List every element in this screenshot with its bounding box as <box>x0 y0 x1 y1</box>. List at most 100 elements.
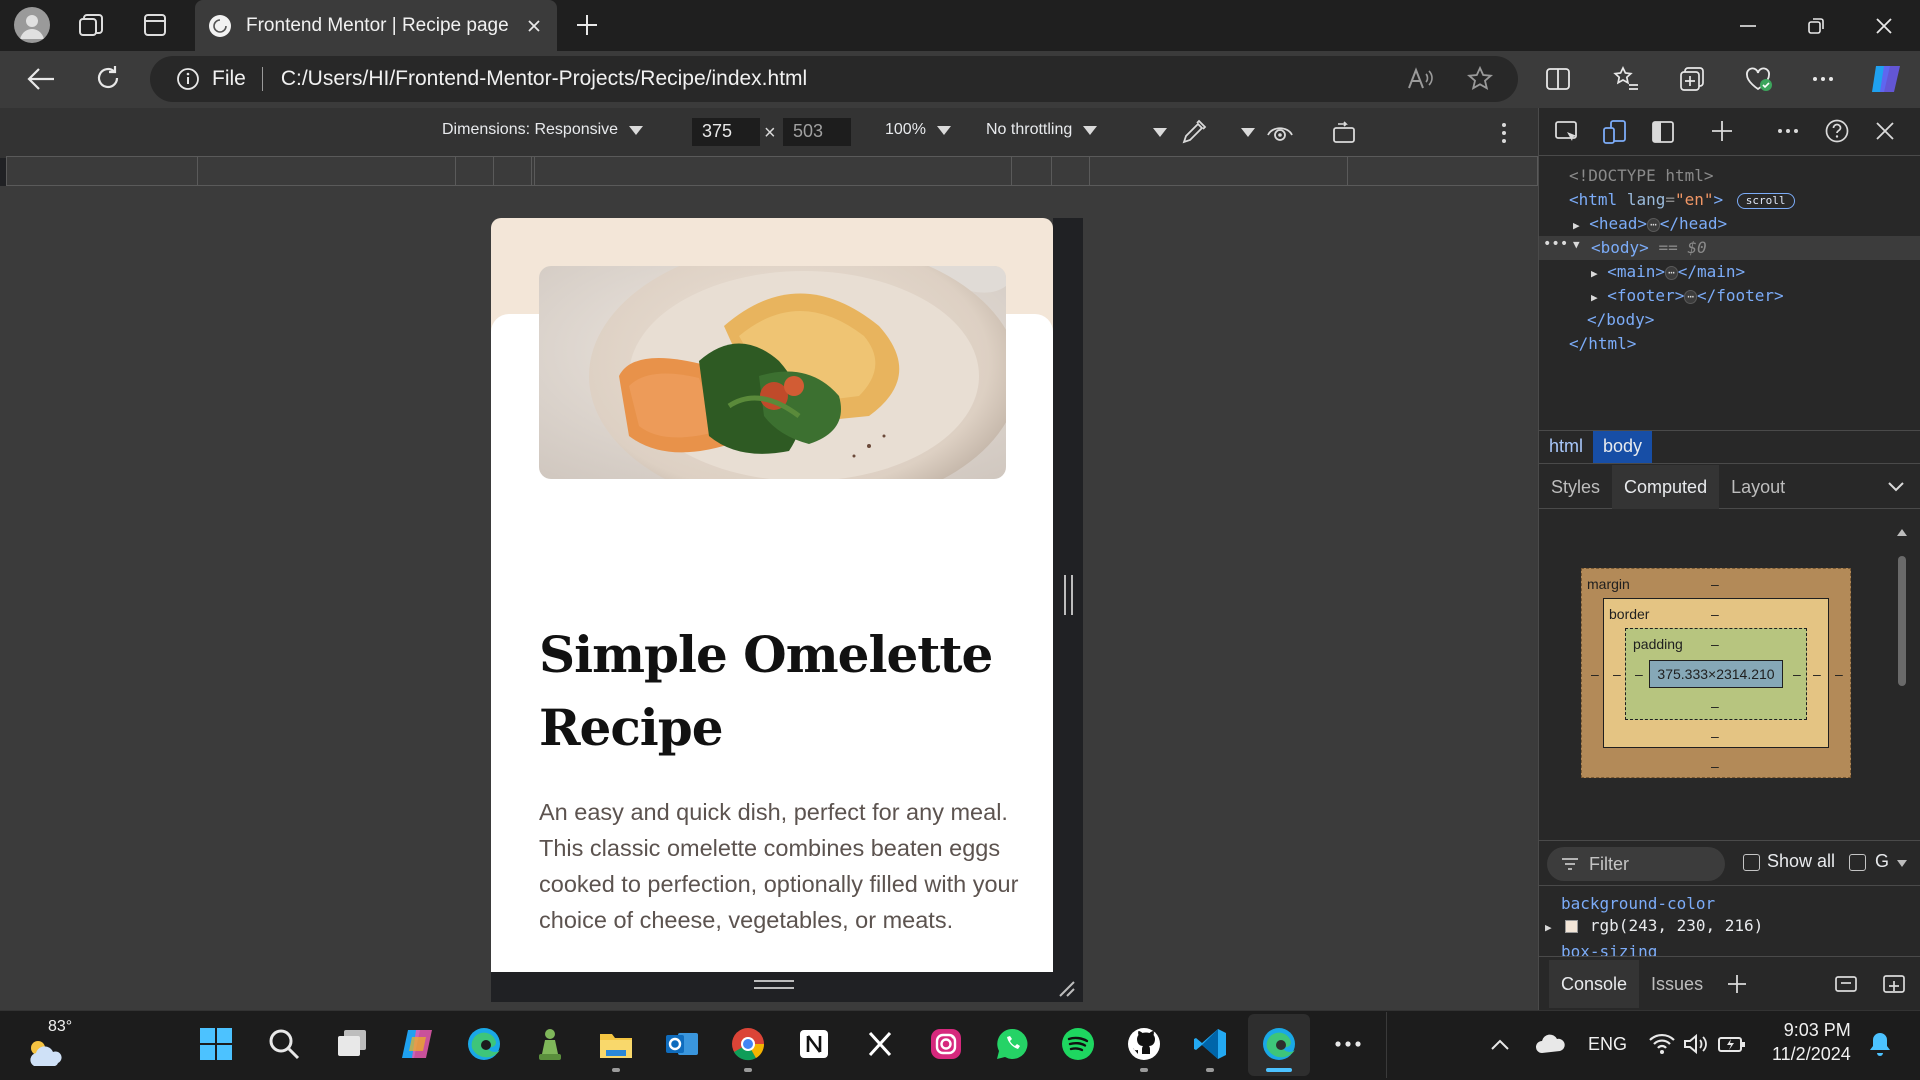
dock-side-icon[interactable] <box>1649 118 1677 146</box>
node-main[interactable]: ▶ <main> ⋯ </main> <box>1591 262 1745 281</box>
group-checkbox[interactable] <box>1849 854 1866 871</box>
tab-issues[interactable]: Issues <box>1639 960 1715 1008</box>
favorites-icon[interactable] <box>1612 65 1640 93</box>
new-tab-icon[interactable] <box>574 12 600 38</box>
rotate-icon[interactable] <box>1330 118 1358 146</box>
box-model-content[interactable]: 375.333×2314.210 <box>1649 660 1783 688</box>
inspect-element-icon[interactable] <box>1553 118 1581 146</box>
width-input[interactable]: 375 <box>692 118 760 146</box>
whatsapp-icon[interactable] <box>992 1024 1032 1064</box>
computed-scrollbar[interactable] <box>1895 526 1909 872</box>
outlook-icon[interactable] <box>662 1024 702 1064</box>
browser-essentials-icon[interactable] <box>1744 65 1774 93</box>
edge-taskbar-icon[interactable] <box>464 1024 504 1064</box>
prop-name[interactable]: box-sizing <box>1561 942 1657 956</box>
split-screen-icon[interactable] <box>1544 65 1572 93</box>
color-swatch[interactable] <box>1565 920 1579 933</box>
taskbar-overflow-icon[interactable] <box>1328 1024 1368 1064</box>
refresh-icon[interactable] <box>94 64 122 92</box>
node-more-icon[interactable]: ••• <box>1543 236 1568 252</box>
node-body-selected[interactable]: ••• ▼ <body> == $0 <box>1539 236 1920 260</box>
github-icon[interactable] <box>1124 1024 1164 1064</box>
scroll-badge[interactable]: scroll <box>1736 192 1795 209</box>
tab-actions-icon[interactable] <box>142 12 168 38</box>
viewport-resize-handle[interactable] <box>1064 575 1073 615</box>
dimensions-dropdown[interactable]: Dimensions: Responsive <box>442 121 644 139</box>
media-query-ruler[interactable] <box>6 156 1538 186</box>
profile-avatar[interactable] <box>14 7 50 43</box>
devtools-close-icon[interactable] <box>1872 118 1898 144</box>
minimize-icon[interactable] <box>1736 14 1760 38</box>
copilot-taskbar-icon[interactable] <box>398 1024 438 1064</box>
address-url[interactable]: C:/Users/HI/Frontend-Mentor-Projects/Rec… <box>281 67 807 91</box>
volume-icon[interactable] <box>1676 1024 1716 1064</box>
battery-icon[interactable] <box>1712 1024 1752 1064</box>
tab-styles[interactable]: Styles <box>1539 465 1612 509</box>
language-indicator[interactable]: ENG <box>1588 1034 1627 1055</box>
device-emulation-icon[interactable] <box>1601 118 1629 146</box>
back-icon[interactable] <box>26 66 56 92</box>
emulate-vision-icon[interactable] <box>1266 120 1294 146</box>
copilot-icon[interactable] <box>1868 62 1906 96</box>
vscode-icon[interactable] <box>1190 1024 1230 1064</box>
throttling-dropdown[interactable]: No throttling <box>986 121 1098 139</box>
chess-app-icon[interactable] <box>530 1024 570 1064</box>
expand-arrow-icon[interactable]: ▶ <box>1591 267 1598 280</box>
prop-row[interactable]: ▶ rgb(243, 230, 216) <box>1545 916 1763 935</box>
weather-icon[interactable] <box>24 1036 68 1068</box>
read-aloud-icon[interactable] <box>1406 66 1434 92</box>
x-icon[interactable] <box>860 1024 900 1064</box>
collapse-arrow-icon[interactable]: ▼ <box>1573 238 1580 251</box>
address-bar[interactable]: File C:/Users/HI/Frontend-Mentor-Project… <box>150 56 1518 102</box>
eyedropper-icon[interactable] <box>1180 118 1208 146</box>
node-body-close[interactable]: </body> <box>1587 310 1654 329</box>
expand-arrow-icon[interactable]: ▶ <box>1573 219 1580 232</box>
more-options-icon[interactable] <box>1810 66 1836 92</box>
breadcrumb-html[interactable]: html <box>1539 431 1593 463</box>
device-toolbar-more-icon[interactable] <box>1494 120 1514 146</box>
clock[interactable]: 9:03 PM 11/2/2024 <box>1772 1018 1851 1066</box>
height-input[interactable]: 503 <box>783 118 851 146</box>
node-footer[interactable]: ▶ <footer> ⋯ </footer> <box>1591 286 1784 305</box>
edge-active-icon[interactable] <box>1259 1024 1299 1064</box>
tab-layout[interactable]: Layout <box>1719 465 1797 509</box>
task-view-icon[interactable] <box>332 1024 372 1064</box>
search-icon[interactable] <box>264 1024 304 1064</box>
onedrive-icon[interactable] <box>1530 1024 1570 1064</box>
file-explorer-icon[interactable] <box>596 1024 636 1064</box>
chrome-icon[interactable] <box>728 1024 768 1064</box>
notifications-bell-icon[interactable] <box>1860 1024 1900 1064</box>
start-icon[interactable] <box>196 1024 236 1064</box>
node-head[interactable]: ▶ <head> ⋯ </head> <box>1573 214 1727 233</box>
tab-recipe-page[interactable]: Frontend Mentor | Recipe page <box>195 0 557 51</box>
show-all-checkbox[interactable] <box>1743 854 1760 871</box>
chevron-down-icon[interactable] <box>1887 481 1905 493</box>
collections-icon[interactable] <box>1678 65 1706 93</box>
workspaces-icon[interactable] <box>78 12 106 38</box>
spotify-icon[interactable] <box>1058 1024 1098 1064</box>
expand-arrow-icon[interactable]: ▶ <box>1591 291 1598 304</box>
favorite-star-icon[interactable] <box>1466 65 1494 93</box>
drawer-dock-icon[interactable] <box>1833 973 1859 995</box>
help-icon[interactable] <box>1824 118 1850 144</box>
instagram-icon[interactable] <box>926 1024 966 1064</box>
site-info-icon[interactable] <box>176 67 200 91</box>
vision-dropdown-icon[interactable] <box>1152 126 1168 138</box>
window-close-icon[interactable] <box>1872 14 1896 38</box>
filter-input[interactable]: Filter <box>1547 847 1725 881</box>
node-html[interactable]: <html lang="en"> scroll <box>1569 190 1795 209</box>
node-html-close[interactable]: </html> <box>1569 334 1636 353</box>
devtools-more-icon[interactable] <box>1775 118 1801 144</box>
restore-icon[interactable] <box>1804 14 1828 38</box>
notion-icon[interactable] <box>794 1024 834 1064</box>
drawer-expand-icon[interactable] <box>1881 973 1907 995</box>
add-drawer-tab-icon[interactable] <box>1725 972 1749 996</box>
corner-resize-icon[interactable] <box>1056 978 1076 998</box>
mode-dropdown-icon[interactable] <box>1240 126 1256 138</box>
show-hidden-icons-chevron-icon[interactable] <box>1480 1024 1520 1064</box>
tab-close-icon[interactable] <box>519 11 549 41</box>
breadcrumb-body[interactable]: body <box>1593 431 1653 463</box>
prop-name[interactable]: background-color <box>1561 894 1715 913</box>
bottom-resize-handle[interactable] <box>754 980 794 989</box>
node-doctype[interactable]: <!DOCTYPE html> <box>1569 166 1714 185</box>
